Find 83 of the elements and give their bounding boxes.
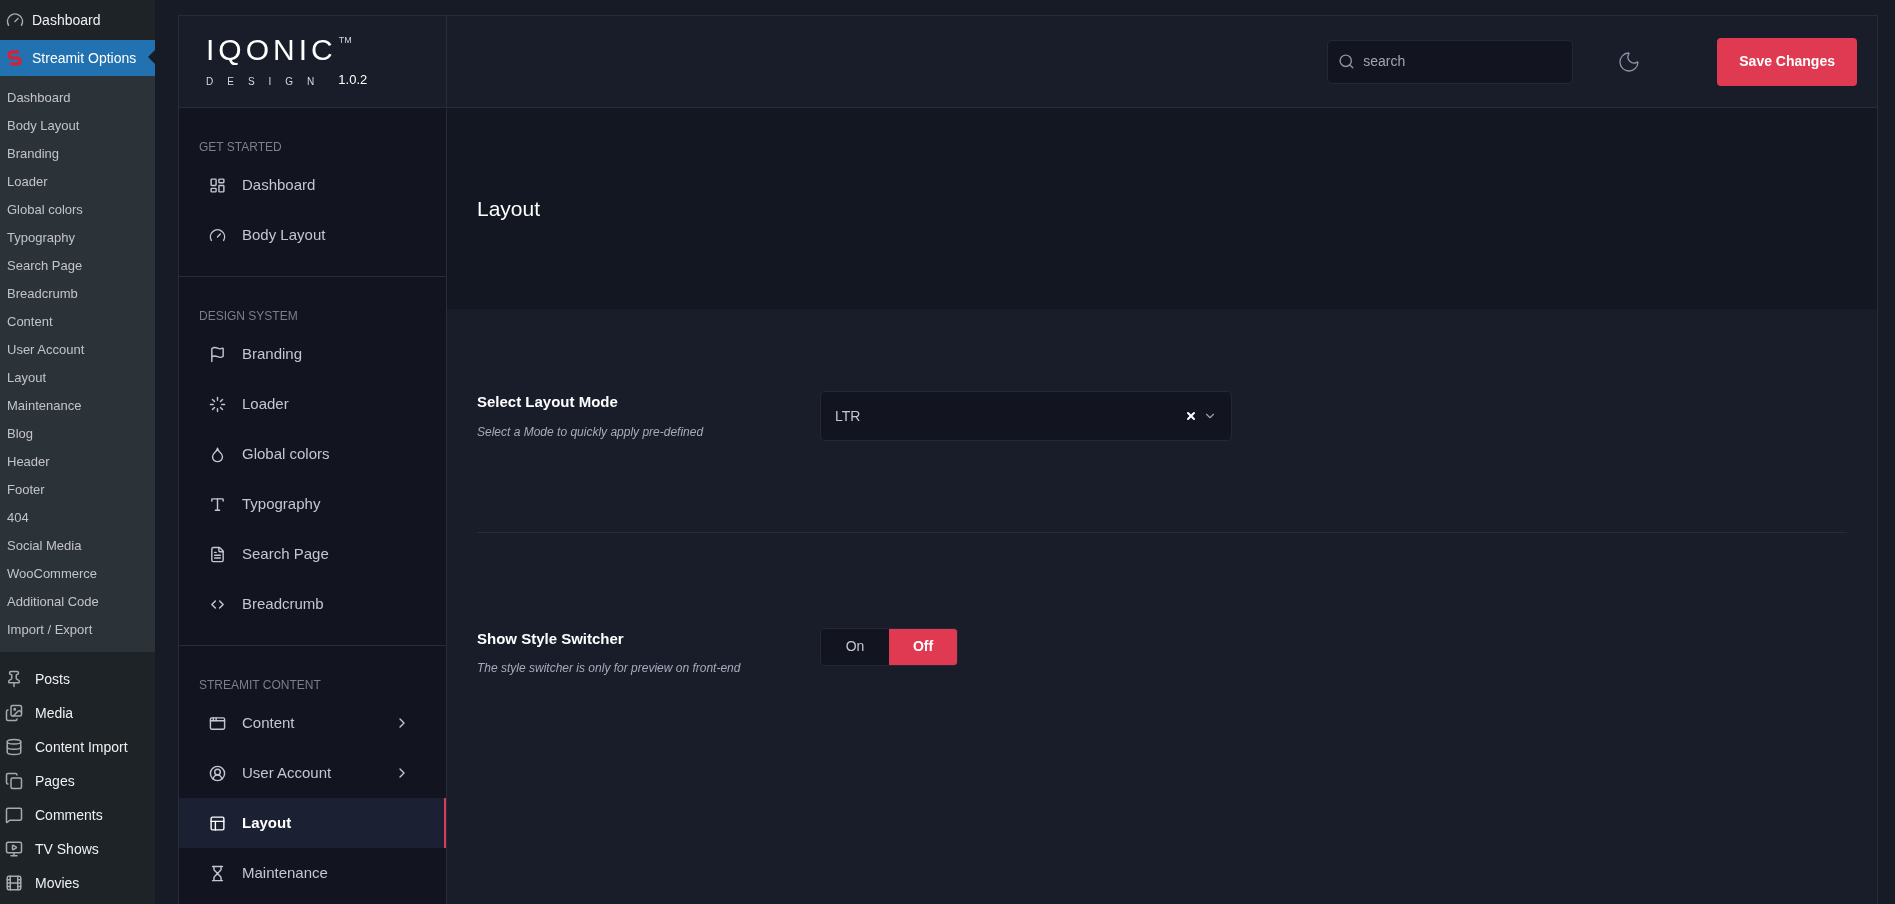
admin-submenu-item[interactable]: Import / Export: [0, 616, 155, 644]
admin-submenu-item[interactable]: Footer: [0, 476, 155, 504]
admin-menu-item[interactable]: Posts: [0, 662, 155, 696]
options-menu-item[interactable]: Layout: [179, 798, 446, 848]
page-title: Layout: [477, 195, 541, 222]
window-icon: [209, 714, 226, 732]
trademark-sign: TM: [338, 33, 352, 47]
options-menu-item[interactable]: Breadcrumb: [179, 579, 446, 629]
document-icon: [209, 545, 226, 563]
admin-menu-item[interactable]: Media: [0, 696, 155, 730]
admin-submenu-item[interactable]: Social Media: [0, 532, 155, 560]
options-menu-item[interactable]: Maintenance: [179, 848, 446, 898]
admin-submenu-item[interactable]: Search Page: [0, 252, 155, 280]
search-field[interactable]: search: [1327, 39, 1574, 84]
options-menu-item[interactable]: Typography: [179, 479, 446, 529]
user-icon: [209, 764, 226, 782]
dashboard-icon: [209, 176, 226, 194]
droplet-icon: [209, 445, 226, 463]
film-icon: [5, 874, 23, 892]
admin-menu-item[interactable]: Movies: [0, 866, 155, 900]
section-heading: GET STARTED: [198, 139, 283, 156]
loader-icon: [209, 395, 226, 413]
admin-menu-item[interactable]: Pages: [0, 764, 155, 798]
clear-icon: [1185, 410, 1197, 422]
options-menu-item[interactable]: Dashboard: [179, 160, 446, 210]
field-description: The style switcher is only for preview on front-end: [477, 660, 742, 677]
options-menu-item[interactable]: Search Page: [179, 529, 446, 579]
version-label: 1.0.2: [338, 70, 368, 89]
logo-wordmark: IQONIC: [206, 33, 337, 66]
options-menu-item[interactable]: User Account: [179, 748, 446, 798]
media-icon: [5, 704, 23, 722]
admin-menu-item[interactable]: Streamit Options: [0, 40, 155, 76]
toggle-option[interactable]: On: [821, 628, 889, 665]
search-icon: [1338, 52, 1356, 71]
admin-submenu-item[interactable]: User Account: [0, 336, 155, 364]
text-icon: [209, 495, 226, 513]
admin-submenu-item[interactable]: Loader: [0, 168, 155, 196]
admin-submenu-item[interactable]: Header: [0, 448, 155, 476]
field-label: Select Layout Mode: [477, 392, 619, 412]
toggle-option[interactable]: Off: [889, 628, 957, 665]
admin-submenu-item[interactable]: Blog: [0, 420, 155, 448]
logo-subtitle: DESIGN: [206, 75, 329, 90]
comment-icon: [5, 806, 23, 824]
gauge-icon: [209, 226, 226, 244]
field-label: Show Style Switcher: [477, 628, 625, 649]
admin-submenu-item[interactable]: Body Layout: [0, 112, 155, 140]
pages-icon: [5, 772, 23, 790]
save-button[interactable]: Save Changes: [1717, 37, 1857, 86]
admin-submenu-item[interactable]: Content: [0, 308, 155, 336]
database-icon: [5, 738, 23, 756]
admin-submenu-item[interactable]: Maintenance: [0, 392, 155, 420]
pin-icon: [5, 670, 23, 688]
section-heading: STREAMIT CONTENT: [198, 677, 322, 694]
monitor-icon: [5, 840, 23, 858]
current-pointer-icon: [148, 50, 155, 64]
s-logo-icon: [6, 49, 24, 67]
flag-icon: [209, 345, 226, 363]
options-menu-item[interactable]: Loader: [179, 379, 446, 429]
admin-menu-item[interactable]: Content Import: [0, 730, 155, 764]
admin-submenu-item[interactable]: Branding: [0, 140, 155, 168]
admin-submenu-item[interactable]: Layout: [0, 364, 155, 392]
admin-submenu-item[interactable]: Typography: [0, 224, 155, 252]
admin-menu-item[interactable]: Comments: [0, 798, 155, 832]
admin-submenu-item[interactable]: Breadcrumb: [0, 280, 155, 308]
admin-submenu-item[interactable]: WooCommerce: [0, 560, 155, 588]
search-input[interactable]: search: [1363, 51, 1563, 72]
hourglass-icon: [209, 864, 226, 882]
options-menu-item[interactable]: Body Layout: [179, 210, 446, 260]
gauge-icon: [6, 11, 24, 29]
field-description: Select a Mode to quickly apply pre-defined: [477, 423, 705, 441]
admin-submenu-item[interactable]: Global colors: [0, 196, 155, 224]
admin-menu-item[interactable]: TV Shows: [0, 832, 155, 866]
options-menu-item[interactable]: Branding: [179, 329, 446, 379]
moon-icon[interactable]: [1617, 49, 1642, 74]
layout-icon: [209, 814, 226, 832]
admin-submenu-item[interactable]: Additional Code: [0, 588, 155, 616]
admin-submenu-item[interactable]: Dashboard: [0, 84, 155, 112]
layout-mode-select[interactable]: LTR: [820, 391, 1232, 441]
section-heading: DESIGN SYSTEM: [198, 308, 299, 325]
options-menu-item[interactable]: Content: [179, 698, 446, 748]
admin-submenu-item[interactable]: 404: [0, 504, 155, 532]
options-menu-item[interactable]: Global colors: [179, 429, 446, 479]
admin-menu-item[interactable]: Dashboard: [0, 2, 155, 38]
